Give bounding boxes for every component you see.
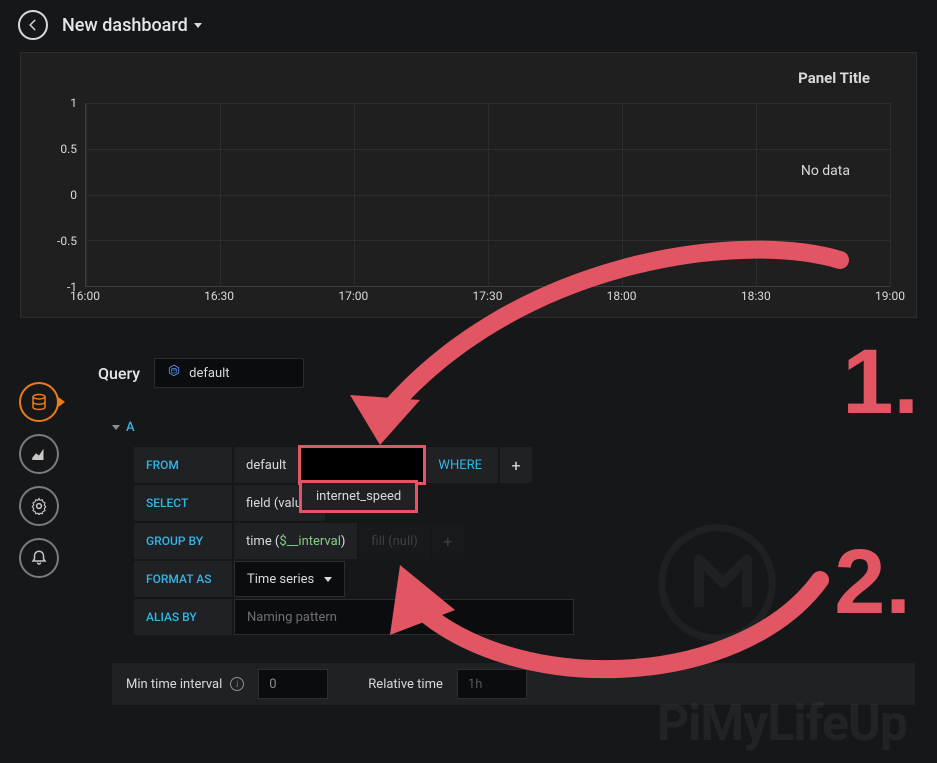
min-interval-input[interactable]: 0 <box>258 669 328 699</box>
tab-visualization[interactable] <box>19 434 59 474</box>
chart-icon <box>30 445 48 463</box>
caret-down-icon <box>324 577 332 582</box>
query-editor: Query default A FROM default WHERE + SEL… <box>76 340 937 727</box>
caret-down-icon <box>194 23 202 28</box>
plot-area: No data <box>85 103 890 287</box>
relative-time-label: Relative time <box>356 677 455 692</box>
groupby-fill-segment[interactable]: fill (null) <box>359 523 429 559</box>
groupby-add-button[interactable]: + <box>432 523 464 559</box>
measurement-suggestion[interactable]: internet_speed <box>302 483 415 510</box>
from-label: FROM <box>134 447 232 483</box>
back-button[interactable] <box>18 10 48 40</box>
x-tick: 16:30 <box>204 289 234 303</box>
y-tick: 0 <box>70 188 77 202</box>
from-measurement-segment[interactable] <box>300 447 424 483</box>
query-options-bar: Min time interval i 0 Relative time 1h <box>112 663 915 705</box>
aliasby-label: ALIAS BY <box>134 599 232 635</box>
panel: Panel Title 1 0.5 0 -0.5 -1 No data 16:0… <box>20 52 917 318</box>
tab-queries[interactable] <box>19 382 59 422</box>
tab-alert[interactable] <box>19 538 59 578</box>
tab-general[interactable] <box>19 486 59 526</box>
x-tick: 17:30 <box>473 289 503 303</box>
formatas-label: FORMAT AS <box>134 561 232 597</box>
x-tick: 18:30 <box>741 289 771 303</box>
x-tick: 16:00 <box>70 289 100 303</box>
bell-icon <box>30 549 48 567</box>
query-row-toggle[interactable]: A <box>112 410 915 447</box>
from-policy-segment[interactable]: default <box>234 447 298 483</box>
relative-time-input[interactable]: 1h <box>457 669 527 699</box>
arrow-left-icon <box>26 18 40 32</box>
select-label: SELECT <box>134 485 232 521</box>
x-tick: 18:00 <box>607 289 637 303</box>
panel-title: Panel Title <box>798 69 870 87</box>
datasource-picker[interactable]: default <box>154 358 304 388</box>
editor-section-title: Query <box>98 364 140 383</box>
dashboard-title-dropdown[interactable]: New dashboard <box>62 15 202 36</box>
y-tick: -0.5 <box>57 234 77 248</box>
database-icon <box>30 393 48 411</box>
groupby-label: GROUP BY <box>134 523 232 559</box>
no-data-label: No data <box>801 163 850 179</box>
datasource-name: default <box>189 366 229 381</box>
aliasby-input[interactable]: Naming pattern <box>234 599 574 635</box>
y-axis: 1 0.5 0 -0.5 -1 <box>47 103 83 287</box>
x-tick: 19:00 <box>875 289 905 303</box>
formatas-select[interactable]: Time series <box>234 561 345 597</box>
where-add-button[interactable]: + <box>500 447 532 483</box>
where-label-segment[interactable]: WHERE <box>426 447 498 483</box>
database-hex-icon <box>167 364 181 382</box>
groupby-time-segment[interactable]: time ($__interval) <box>234 523 357 559</box>
chart: 1 0.5 0 -0.5 -1 No data 16:00 16:30 17:0… <box>47 103 890 287</box>
dashboard-title-text: New dashboard <box>62 15 188 36</box>
gear-icon <box>30 497 48 515</box>
query-letter: A <box>126 420 135 435</box>
y-tick: 1 <box>70 96 77 110</box>
info-icon[interactable]: i <box>230 677 244 691</box>
caret-down-icon <box>112 425 120 430</box>
editor-side-tabs <box>18 376 60 584</box>
x-axis: 16:00 16:30 17:00 17:30 18:00 18:30 19:0… <box>85 289 890 309</box>
min-interval-label: Min time interval i <box>114 677 256 692</box>
x-tick: 17:00 <box>338 289 368 303</box>
y-tick: 0.5 <box>60 142 77 156</box>
